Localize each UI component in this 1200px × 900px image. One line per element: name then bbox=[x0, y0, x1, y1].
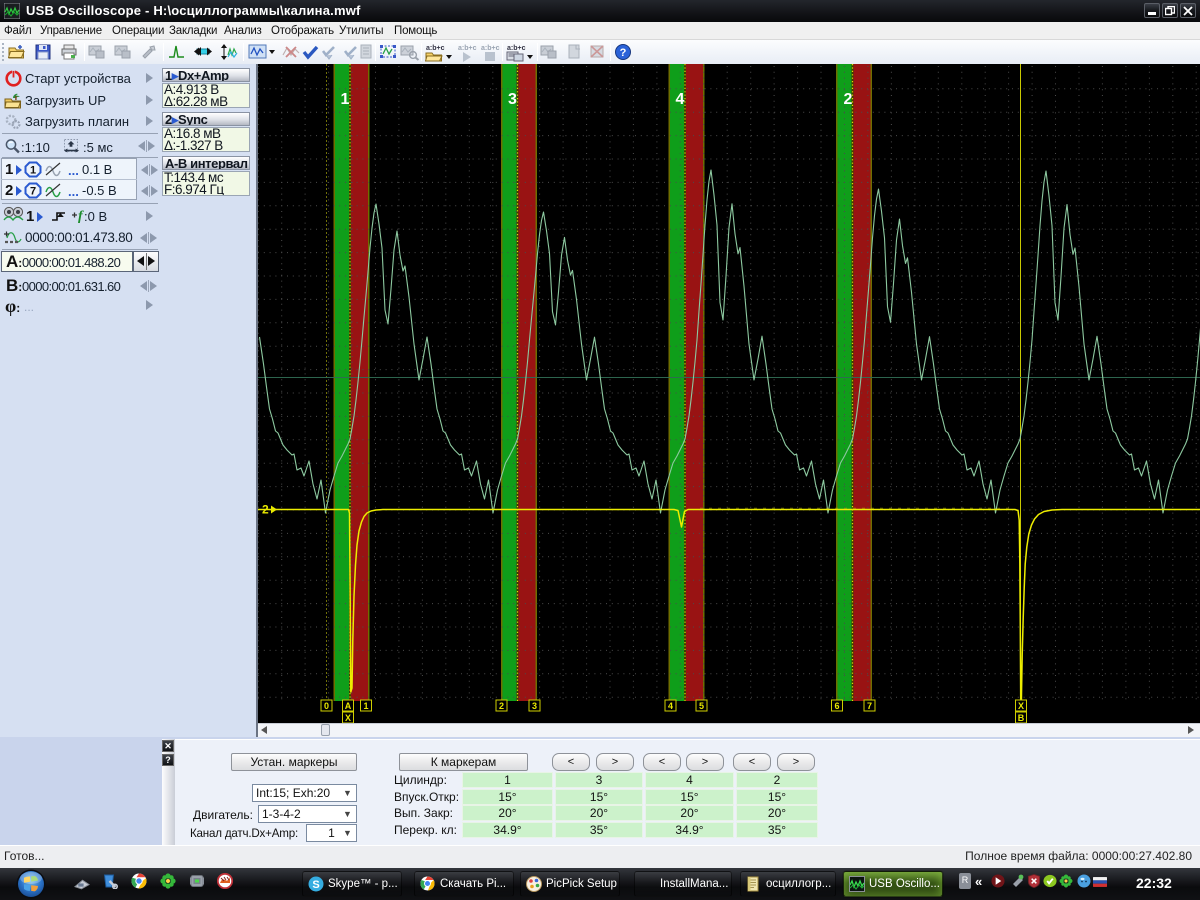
svg-text:3: 3 bbox=[532, 701, 537, 711]
svg-text:5: 5 bbox=[699, 701, 704, 711]
svg-text:6: 6 bbox=[834, 701, 839, 711]
svg-text:a:b+c: a:b+c bbox=[507, 45, 526, 52]
svg-text:1: 1 bbox=[363, 701, 368, 711]
svg-text:1: 1 bbox=[30, 165, 36, 177]
svg-text:A: A bbox=[345, 701, 352, 711]
svg-text:X: X bbox=[1018, 701, 1024, 711]
svg-text:0: 0 bbox=[324, 701, 329, 711]
svg-text:4: 4 bbox=[676, 91, 685, 108]
svg-text:S: S bbox=[312, 879, 319, 891]
svg-text:7: 7 bbox=[867, 701, 872, 711]
svg-text:a:b+c: a:b+c bbox=[458, 45, 477, 52]
svg-text:2: 2 bbox=[844, 91, 853, 108]
svg-text:B: B bbox=[1018, 713, 1025, 723]
svg-text:a:b+c: a:b+c bbox=[481, 45, 500, 52]
svg-text:2: 2 bbox=[262, 503, 269, 517]
svg-text:4: 4 bbox=[668, 701, 673, 711]
svg-text:7: 7 bbox=[30, 186, 36, 198]
svg-text:X: X bbox=[345, 713, 351, 723]
svg-text:3: 3 bbox=[508, 91, 517, 108]
svg-text:1: 1 bbox=[341, 91, 350, 108]
svg-text:?: ? bbox=[620, 47, 627, 59]
svg-text:a:b+c: a:b+c bbox=[426, 45, 445, 52]
svg-text:2: 2 bbox=[499, 701, 504, 711]
